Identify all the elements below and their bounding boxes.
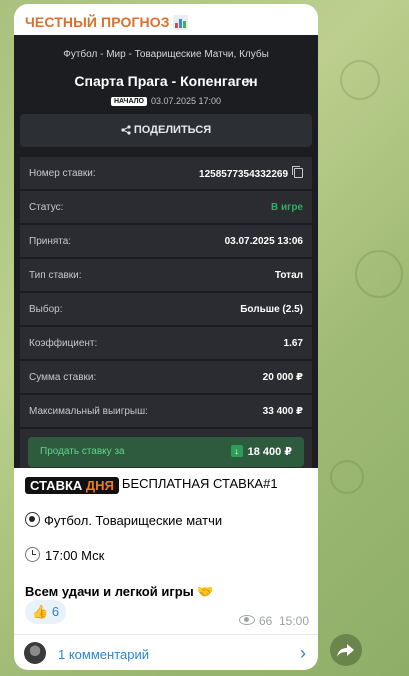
post-time-line: 17:00 Мск — [25, 547, 104, 563]
chart-emoji-icon — [172, 15, 188, 30]
share-button: ПОДЕЛИТЬСЯ — [20, 114, 312, 147]
thumbs-up-icon: 👍 — [32, 604, 49, 619]
post-headline: СТАВКА ДНЯ БЕСПЛАТНАЯ СТАВКА#1 — [25, 476, 278, 494]
match-title: Спарта Прага - Копенгаген — [74, 73, 258, 89]
eye-icon — [238, 615, 255, 625]
breadcrumb: Футбол - Мир - Товарищеские Матчи, Клубы — [63, 49, 269, 60]
start-badge: НАЧАЛО — [110, 97, 147, 106]
bet-row-number: Номер ставки: 1258577354332269 — [20, 157, 312, 189]
share-icon — [121, 125, 131, 135]
wallpaper-doodle — [355, 250, 403, 298]
bet-row-status: Статус: В игре — [20, 191, 312, 223]
reaction-thumbs-up[interactable]: 👍 6 — [25, 600, 67, 624]
bet-row-max-win: Максимальный выигрыш: 33 400 ₽ — [20, 395, 312, 427]
sell-section: Продать ставку за ↓ 18 400 ₽ — [20, 429, 312, 468]
sell-bet-button: Продать ставку за ↓ 18 400 ₽ — [28, 437, 304, 467]
bet-row-odds: Коэффициент: 1.67 — [20, 327, 312, 359]
start-info: НАЧАЛО 03.07.2025 17:00 — [14, 96, 318, 106]
stavka-dnya-badge: СТАВКА ДНЯ — [25, 477, 119, 494]
wallpaper-doodle — [330, 460, 364, 494]
chevron-right-icon: › — [300, 643, 306, 663]
avatar — [24, 642, 46, 664]
comments-button[interactable]: 1 комментарий › — [14, 635, 318, 670]
forward-button[interactable] — [330, 634, 362, 666]
soccer-ball-icon — [25, 512, 40, 527]
post-sport-line: Футбол. Товарищеские матчи — [25, 512, 222, 528]
bet-row-type: Тип ставки: Тотал — [20, 259, 312, 291]
post-wish-line: Всем удачи и легкой игры 🤝 — [25, 584, 214, 599]
handshake-icon: 🤝 — [197, 584, 214, 599]
chevron-right-icon: › — [246, 72, 251, 89]
copy-icon — [292, 166, 303, 178]
message-bubble: ЧЕСТНЫЙ ПРОГНОЗ Футбол - Мир - Товарищес… — [14, 4, 318, 670]
bet-row-choice: Выбор: Больше (2.5) — [20, 293, 312, 325]
bet-details-table: Номер ставки: 1258577354332269 Статус: В и… — [20, 157, 312, 468]
start-datetime: 03.07.2025 17:00 — [150, 96, 222, 106]
bet-row-stake: Сумма ставки: 20 000 ₽ — [20, 361, 312, 393]
views-count: 66 — [258, 614, 273, 628]
arrow-down-icon: ↓ — [230, 445, 243, 457]
sell-amount: 18 400 ₽ — [247, 446, 292, 458]
bet-number-value: 1258577354332269 — [199, 169, 288, 180]
bet-row-accepted: Принята: 03.07.2025 13:06 — [20, 225, 312, 257]
wallpaper-doodle — [340, 60, 380, 100]
message-meta: 66 15:00 — [238, 614, 309, 628]
message-time: 15:00 — [278, 614, 309, 628]
clock-icon — [25, 547, 40, 562]
forward-icon — [337, 644, 354, 657]
status-value: В игре — [271, 202, 303, 213]
bet-screenshot[interactable]: Футбол - Мир - Товарищеские Матчи, Клубы… — [14, 35, 318, 468]
channel-name[interactable]: ЧЕСТНЫЙ ПРОГНОЗ — [25, 14, 188, 30]
